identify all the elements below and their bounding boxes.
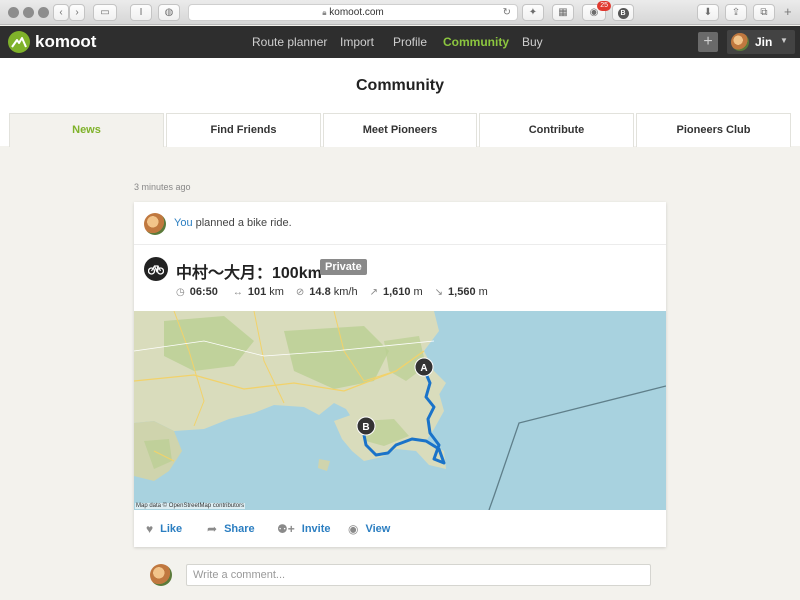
shield-extension-icon[interactable]: ◉ 25 bbox=[582, 1, 611, 21]
nav-buy[interactable]: Buy bbox=[522, 35, 543, 49]
browser-toolbar: ‹ › ▭ I ◍ 🔒︎ komoot.com ↻ ✦ ▦ ◉ 25 B ⬇ ⇪ … bbox=[0, 0, 800, 25]
page-title: Community bbox=[356, 77, 444, 94]
nav-route-planner[interactable]: Route planner bbox=[252, 35, 327, 49]
activity-text: You planned a bike ride. bbox=[174, 217, 292, 229]
share-icon[interactable]: ⇪ bbox=[725, 4, 747, 21]
map-attribution[interactable]: Map data © OpenStreetMap contributors bbox=[135, 503, 246, 509]
chevron-down-icon: ▼ bbox=[780, 36, 788, 45]
tour-title[interactable]: 中村〜大月：100km bbox=[176, 259, 322, 283]
comment-input[interactable] bbox=[186, 564, 651, 586]
end-marker[interactable]: B bbox=[356, 416, 376, 436]
extension-icon[interactable]: ✦ bbox=[522, 4, 544, 21]
private-badge: Private bbox=[320, 259, 367, 275]
address-bar[interactable]: 🔒︎ komoot.com ↻ bbox=[188, 4, 518, 21]
nav-import[interactable]: Import bbox=[340, 35, 374, 49]
forward-icon[interactable]: › bbox=[69, 4, 85, 21]
zoom-window-button[interactable] bbox=[38, 7, 49, 18]
feed-timestamp: 3 minutes ago bbox=[134, 182, 191, 192]
actor-link[interactable]: You bbox=[174, 217, 193, 229]
nav-community[interactable]: Community bbox=[443, 35, 509, 49]
globe-icon[interactable]: ◍ bbox=[158, 4, 180, 21]
uphill-stat: ↗ 1,610 m bbox=[369, 286, 423, 298]
tab-news[interactable]: News bbox=[9, 113, 164, 147]
tab-meet-pioneers[interactable]: Meet Pioneers bbox=[323, 113, 477, 147]
avatar[interactable] bbox=[144, 213, 166, 235]
eye-icon: ◉ bbox=[348, 522, 359, 536]
avatar bbox=[150, 564, 172, 586]
activity-header: You planned a bike ride. bbox=[134, 202, 666, 245]
share-arrow-icon: ➦ bbox=[207, 522, 218, 536]
clock-icon: ◷ bbox=[176, 286, 185, 298]
invite-button[interactable]: ⚉+ Invite bbox=[277, 522, 331, 536]
tab-contribute[interactable]: Contribute bbox=[479, 113, 634, 147]
nav-profile[interactable]: Profile bbox=[393, 35, 427, 49]
extension-b-button[interactable]: B bbox=[612, 4, 634, 21]
downhill-icon: ↘ bbox=[434, 286, 444, 298]
speed-icon: ⊘ bbox=[295, 286, 305, 298]
close-window-button[interactable] bbox=[8, 7, 19, 18]
activity-actions: ♥ Like ➦ Share ⚉+ Invite ◉ View bbox=[134, 510, 666, 547]
start-marker[interactable]: A bbox=[414, 357, 434, 377]
add-person-icon: ⚉+ bbox=[277, 522, 295, 536]
tour-stats: ◷ 06:50 ↔ 101 km ⊘ 14.8 km/h ↗ 1,610 m ↘ 1,560 m bbox=[176, 286, 500, 298]
back-icon[interactable]: ‹ bbox=[53, 4, 69, 21]
user-name: Jin bbox=[755, 35, 773, 49]
svg-text:A: A bbox=[420, 363, 427, 374]
duration-stat: ◷ 06:50 bbox=[176, 286, 218, 298]
tour-map[interactable]: A B Map data © OpenStreetMap contributor… bbox=[134, 311, 666, 510]
create-plus-button[interactable]: + bbox=[698, 32, 718, 52]
like-button[interactable]: ♥ Like bbox=[146, 522, 182, 536]
avatar bbox=[731, 33, 749, 51]
view-button[interactable]: ◉ View bbox=[348, 522, 390, 536]
distance-icon: ↔ bbox=[232, 286, 243, 298]
heart-icon: ♥ bbox=[146, 522, 154, 536]
reader-button[interactable]: I bbox=[130, 4, 152, 21]
tab-pioneers-club[interactable]: Pioneers Club bbox=[636, 113, 791, 147]
minimize-window-button[interactable] bbox=[23, 7, 34, 18]
tabs-icon[interactable]: ⧉ bbox=[753, 4, 775, 21]
uphill-icon: ↗ bbox=[369, 286, 378, 298]
url-text: komoot.com bbox=[329, 7, 384, 18]
downhill-stat: ↘ 1,560 m bbox=[434, 286, 488, 298]
bike-icon bbox=[144, 257, 168, 281]
notification-badge: 25 bbox=[597, 1, 611, 11]
reload-icon[interactable]: ↻ bbox=[503, 5, 511, 20]
download-icon[interactable]: ⬇ bbox=[697, 4, 719, 21]
top-navigation: komoot Route planner Import Profile Comm… bbox=[0, 26, 800, 58]
share-button[interactable]: ➦ Share bbox=[207, 522, 255, 536]
tab-find-friends[interactable]: Find Friends bbox=[166, 113, 321, 147]
sidebar-icon[interactable]: ▭ bbox=[93, 4, 117, 21]
speed-stat: ⊘ 14.8 km/h bbox=[295, 286, 358, 298]
lock-icon: 🔒︎ bbox=[322, 8, 327, 17]
activity-card: You planned a bike ride. 中村〜大月：100km Pri… bbox=[134, 202, 666, 547]
user-menu-button[interactable]: Jin ▼ bbox=[727, 30, 795, 54]
distance-stat: ↔ 101 km bbox=[232, 286, 284, 298]
svg-text:B: B bbox=[362, 422, 369, 433]
new-tab-icon[interactable]: + bbox=[784, 4, 792, 19]
extension-icon[interactable]: ▦ bbox=[552, 4, 574, 21]
map-image: A B bbox=[134, 311, 666, 510]
